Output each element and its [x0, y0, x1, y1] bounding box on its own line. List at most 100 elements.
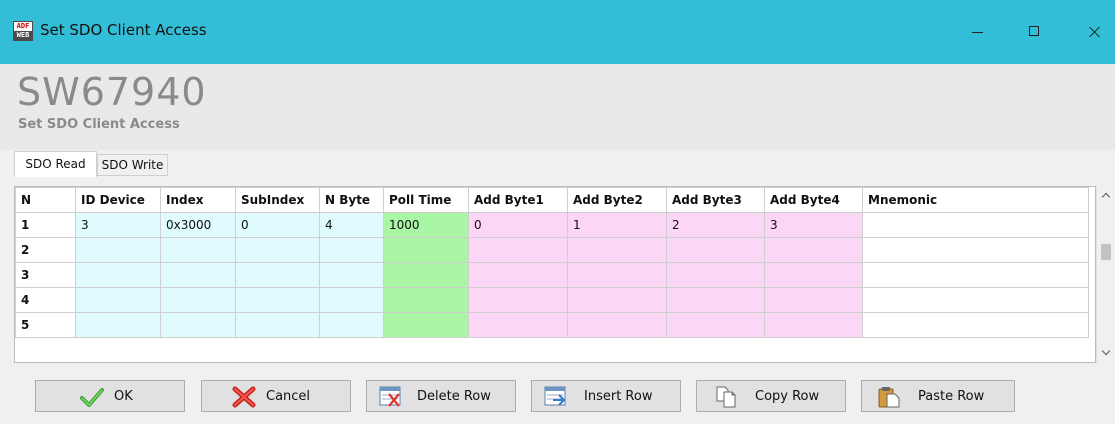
cell-id-device[interactable]: [75, 237, 161, 263]
cell-mnemonic[interactable]: [862, 212, 1089, 238]
cell-add-byte1[interactable]: [468, 312, 568, 338]
column-header-id-device[interactable]: ID Device: [75, 187, 161, 213]
column-header-n-byte[interactable]: N Byte: [319, 187, 384, 213]
cell-index[interactable]: [160, 312, 236, 338]
data-table: N ID Device Index SubIndex N Byte Poll T…: [15, 187, 1089, 338]
table-row: 3: [15, 262, 1089, 288]
cell-add-byte1[interactable]: [468, 237, 568, 263]
sdo-read-table[interactable]: N ID Device Index SubIndex N Byte Poll T…: [14, 186, 1096, 363]
cell-add-byte2[interactable]: [567, 287, 667, 313]
cell-index[interactable]: [160, 237, 236, 263]
page-title: SW67940: [17, 70, 207, 114]
cell-add-byte1[interactable]: [468, 287, 568, 313]
scrollbar-thumb[interactable]: [1101, 244, 1111, 260]
cell-poll-time[interactable]: 1000: [383, 212, 469, 238]
cell-id-device[interactable]: 3: [75, 212, 161, 238]
cell-subindex[interactable]: 0: [235, 212, 320, 238]
column-header-add-byte1[interactable]: Add Byte1: [468, 187, 568, 213]
page-header: SW67940 Set SDO Client Access: [0, 64, 1115, 150]
cell-add-byte1[interactable]: [468, 262, 568, 288]
vertical-scrollbar[interactable]: [1096, 186, 1115, 363]
column-header-add-byte2[interactable]: Add Byte2: [567, 187, 667, 213]
tab-sdo-read[interactable]: SDO Read: [14, 151, 97, 177]
column-header-n[interactable]: N: [15, 187, 76, 213]
ok-button-label: OK: [114, 389, 133, 404]
cell-add-byte2[interactable]: [567, 262, 667, 288]
cell-n-byte[interactable]: [319, 287, 384, 313]
copy-row-button[interactable]: Copy Row: [696, 380, 846, 412]
cell-n-byte[interactable]: [319, 237, 384, 263]
cell-add-byte3[interactable]: [666, 287, 765, 313]
cell-poll-time[interactable]: [383, 287, 469, 313]
cell-add-byte2[interactable]: [567, 237, 667, 263]
insert-row-button-label: Insert Row: [584, 389, 653, 404]
cell-poll-time[interactable]: [383, 237, 469, 263]
cell-n-byte[interactable]: 4: [319, 212, 384, 238]
cell-poll-time[interactable]: [383, 312, 469, 338]
insert-row-button[interactable]: Insert Row: [531, 380, 681, 412]
cell-add-byte1[interactable]: 0: [468, 212, 568, 238]
maximize-button[interactable]: [1015, 14, 1055, 50]
column-header-subindex[interactable]: SubIndex: [235, 187, 320, 213]
cell-mnemonic[interactable]: [862, 312, 1089, 338]
cell-mnemonic[interactable]: [862, 237, 1089, 263]
cell-add-byte2[interactable]: 1: [567, 212, 667, 238]
column-header-add-byte3[interactable]: Add Byte3: [666, 187, 765, 213]
cell-subindex[interactable]: [235, 237, 320, 263]
tab-bar: SDO Read SDO Write: [0, 150, 1115, 177]
cell-add-byte2[interactable]: [567, 312, 667, 338]
cancel-button[interactable]: Cancel: [201, 380, 351, 412]
cell-add-byte4[interactable]: [764, 262, 863, 288]
table-row: 1 3 0x3000 0 4 1000 0 1 2 3: [15, 212, 1089, 238]
cell-add-byte4[interactable]: 3: [764, 212, 863, 238]
delete-row-button[interactable]: Delete Row: [366, 380, 516, 412]
cell-id-device[interactable]: [75, 262, 161, 288]
row-number[interactable]: 2: [15, 237, 76, 263]
column-header-poll-time[interactable]: Poll Time: [383, 187, 469, 213]
cell-index[interactable]: 0x3000: [160, 212, 236, 238]
cell-add-byte4[interactable]: [764, 237, 863, 263]
column-header-index[interactable]: Index: [160, 187, 236, 213]
cell-subindex[interactable]: [235, 262, 320, 288]
paste-row-button[interactable]: Paste Row: [861, 380, 1015, 412]
cell-add-byte3[interactable]: [666, 237, 765, 263]
paste-row-button-label: Paste Row: [918, 389, 985, 404]
tab-sdo-write[interactable]: SDO Write: [97, 154, 168, 176]
row-number[interactable]: 4: [15, 287, 76, 313]
title-bar[interactable]: ADF WEB Set SDO Client Access: [0, 0, 1115, 64]
table-row: 2: [15, 237, 1089, 263]
app-logo-text-bottom: WEB: [14, 31, 32, 40]
cell-subindex[interactable]: [235, 287, 320, 313]
cell-n-byte[interactable]: [319, 262, 384, 288]
button-bar: OK Cancel Delete Row Insert Row Copy Row…: [0, 370, 1115, 424]
copy-row-button-label: Copy Row: [755, 389, 820, 404]
column-header-add-byte4[interactable]: Add Byte4: [764, 187, 863, 213]
scroll-up-arrow-icon[interactable]: [1097, 186, 1115, 204]
cell-mnemonic[interactable]: [862, 262, 1089, 288]
cell-subindex[interactable]: [235, 312, 320, 338]
cell-index[interactable]: [160, 262, 236, 288]
row-number[interactable]: 5: [15, 312, 76, 338]
column-header-mnemonic[interactable]: Mnemonic: [862, 187, 1089, 213]
cell-add-byte4[interactable]: [764, 287, 863, 313]
cell-n-byte[interactable]: [319, 312, 384, 338]
cell-poll-time[interactable]: [383, 262, 469, 288]
cell-add-byte3[interactable]: [666, 262, 765, 288]
cell-add-byte3[interactable]: [666, 312, 765, 338]
scroll-down-arrow-icon[interactable]: [1097, 345, 1115, 363]
ok-button[interactable]: OK: [35, 380, 185, 412]
cell-id-device[interactable]: [75, 287, 161, 313]
minimize-button[interactable]: [958, 14, 998, 50]
cell-add-byte3[interactable]: 2: [666, 212, 765, 238]
cell-mnemonic[interactable]: [862, 287, 1089, 313]
row-number[interactable]: 3: [15, 262, 76, 288]
cell-add-byte4[interactable]: [764, 312, 863, 338]
cell-index[interactable]: [160, 287, 236, 313]
cell-id-device[interactable]: [75, 312, 161, 338]
copy-icon: [716, 386, 736, 408]
delete-row-button-label: Delete Row: [417, 389, 491, 404]
cancel-button-label: Cancel: [266, 389, 311, 404]
row-number[interactable]: 1: [15, 212, 76, 238]
page-subtitle: Set SDO Client Access: [18, 117, 180, 132]
close-button[interactable]: [1075, 14, 1115, 50]
